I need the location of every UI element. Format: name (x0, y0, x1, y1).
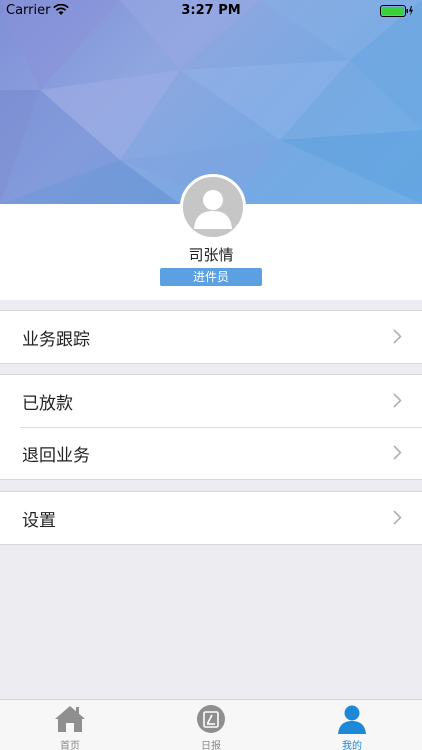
profile-screen: Carrier 3:27 PM 司张情 进件员 业务跟踪 已放款 退回业务 设置… (0, 0, 422, 750)
menu-item-label: 业务跟踪 (22, 329, 90, 350)
menu-item-settings[interactable]: 设置 (0, 492, 422, 544)
menu-item-business-tracking[interactable]: 业务跟踪 (0, 311, 422, 363)
chevron-right-icon (393, 510, 402, 525)
status-time: 3:27 PM (181, 3, 241, 18)
chevron-right-icon (393, 393, 402, 408)
tab-label: 首页 (60, 741, 80, 750)
menu-item-label: 已放款 (22, 393, 73, 414)
tab-daily-report[interactable]: 日报 (141, 700, 281, 750)
status-bar: Carrier 3:27 PM (0, 0, 422, 22)
tab-label: 我的 (342, 741, 362, 750)
tab-home[interactable]: 首页 (0, 700, 140, 750)
chevron-right-icon (393, 329, 402, 344)
user-icon (338, 705, 366, 734)
tab-mine[interactable]: 我的 (282, 700, 422, 750)
tab-label: 日报 (201, 741, 221, 750)
report-icon (197, 705, 225, 733)
role-badge: 进件员 (160, 268, 262, 286)
menu-group-loans: 已放款 退回业务 (0, 374, 422, 480)
menu-item-disbursed[interactable]: 已放款 (0, 375, 422, 427)
menu-group-tracking: 业务跟踪 (0, 310, 422, 364)
avatar-placeholder-icon (183, 177, 243, 237)
tab-bar: 首页 日报 我的 (0, 699, 422, 750)
home-icon (55, 706, 85, 732)
menu-item-label: 退回业务 (22, 445, 90, 466)
battery-icon (380, 5, 413, 17)
user-name: 司张情 (188, 246, 234, 264)
avatar[interactable] (180, 174, 246, 240)
chevron-right-icon (393, 445, 402, 460)
menu-item-label: 设置 (22, 510, 56, 531)
menu-group-settings: 设置 (0, 491, 422, 545)
menu-item-returned-business[interactable]: 退回业务 (0, 427, 422, 479)
